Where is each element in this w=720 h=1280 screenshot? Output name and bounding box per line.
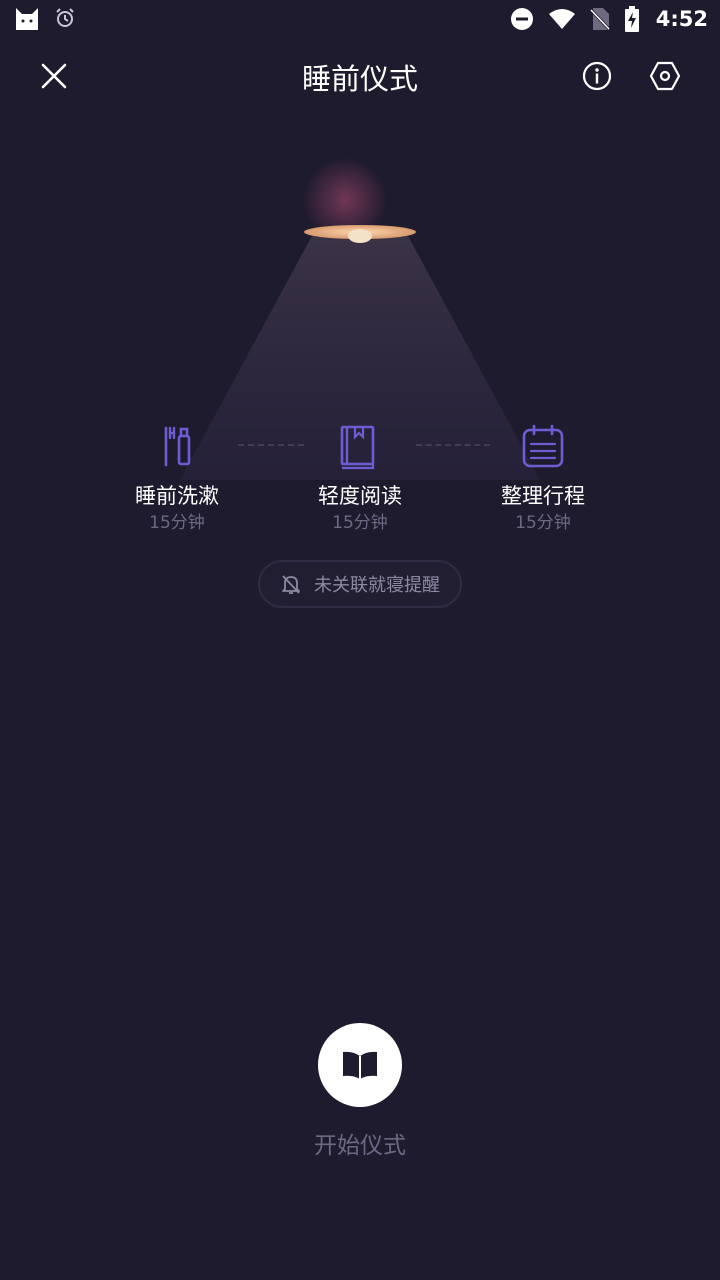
- step-reading-name: 轻度阅读: [318, 484, 402, 508]
- no-sim-icon: [589, 8, 610, 31]
- info-icon: [582, 61, 612, 91]
- step-schedule-name: 整理行程: [501, 484, 585, 508]
- status-bar: 4:52: [0, 0, 720, 38]
- start-ritual-label: 开始仪式: [314, 1133, 406, 1159]
- step-wash[interactable]: 睡前洗漱 15分钟: [87, 420, 267, 534]
- book-icon: [340, 425, 375, 470]
- step-reading[interactable]: 轻度阅读 15分钟: [270, 420, 450, 534]
- step-schedule-duration: 15分钟: [515, 513, 571, 533]
- close-icon: [41, 63, 67, 89]
- do-not-disturb-icon: [510, 8, 533, 30]
- bedtime-reminder-chip[interactable]: 未关联就寝提醒: [258, 560, 462, 608]
- cat-app-icon: [16, 8, 38, 30]
- screen: 4:52 睡前仪式 睡前洗漱 15分钟 轻度阅读 15分钟 整理行程 15分钟 …: [0, 0, 720, 1280]
- step-wash-duration: 15分钟: [149, 513, 205, 533]
- calendar-notes-icon: [522, 424, 564, 468]
- bell-off-icon: [282, 575, 300, 594]
- toothbrush-icon: [164, 426, 191, 467]
- step-wash-name: 睡前洗漱: [135, 484, 219, 508]
- status-time: 4:52: [655, 7, 708, 31]
- open-book-icon: [343, 1051, 377, 1079]
- info-button[interactable]: [574, 54, 620, 98]
- settings-button[interactable]: [642, 54, 688, 98]
- close-button[interactable]: [26, 54, 82, 98]
- ritual-steps: 睡前洗漱 15分钟 轻度阅读 15分钟 整理行程 15分钟: [0, 420, 720, 550]
- start-ritual-button[interactable]: [318, 1023, 402, 1107]
- app-bar: 睡前仪式: [0, 38, 720, 112]
- settings-hexagon-icon: [649, 61, 681, 91]
- battery-charging-icon: [624, 6, 639, 32]
- step-schedule[interactable]: 整理行程 15分钟: [453, 420, 633, 534]
- wifi-icon: [548, 9, 575, 29]
- reminder-label: 未关联就寝提醒: [314, 575, 440, 596]
- alarm-icon: [56, 8, 74, 27]
- step-reading-duration: 15分钟: [332, 513, 388, 533]
